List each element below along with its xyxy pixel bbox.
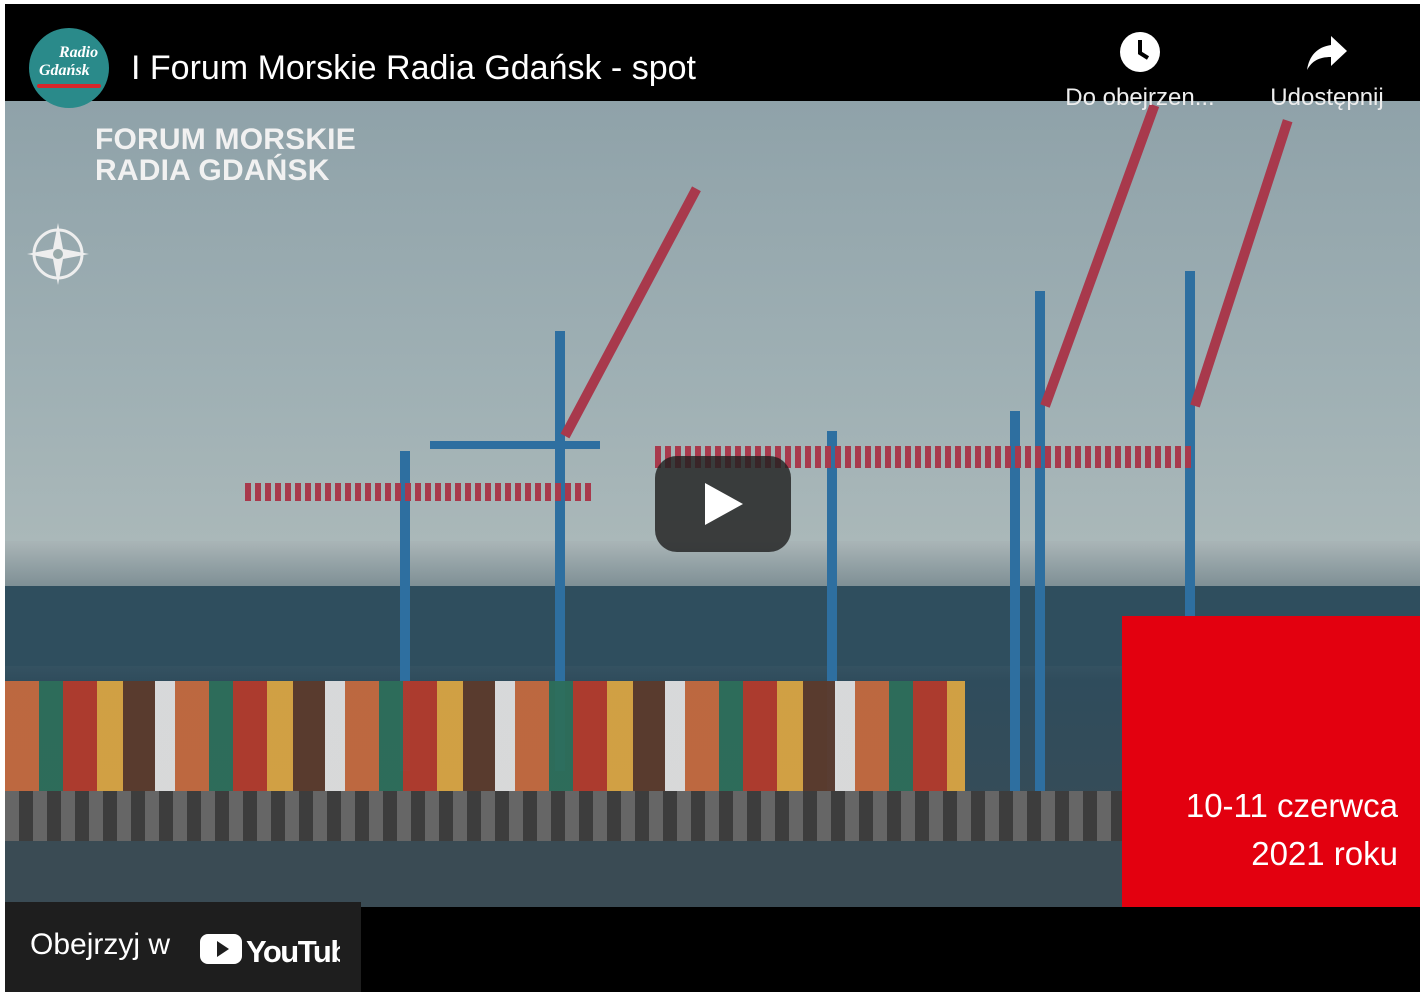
watch-on-label: Obejrzyj w <box>30 928 171 961</box>
forum-logo <box>25 221 345 291</box>
crane-boom-raised <box>1040 103 1160 408</box>
crane-leg <box>1035 291 1045 791</box>
play-button[interactable] <box>655 456 791 552</box>
container-stacks <box>5 681 965 799</box>
crane-boom-raised <box>1190 119 1293 408</box>
video-title[interactable]: I Forum Morskie Radia Gdańsk - spot <box>131 48 696 88</box>
forum-logo-line-2: RADIA GDAŃSK <box>95 154 330 187</box>
share-label: Udostępnij <box>1270 84 1384 111</box>
channel-avatar[interactable]: Radio Gdańsk <box>29 28 109 108</box>
share-arrow-icon <box>1307 36 1347 70</box>
crane-boom-raised <box>560 186 701 439</box>
compass-rose-icon <box>27 223 89 285</box>
channel-logo-line-2: Gdańsk <box>39 62 90 79</box>
watch-later-label: Do obejrzen... <box>1065 84 1215 111</box>
crane-boom <box>245 483 595 501</box>
event-date-line-1: 10-11 czerwca <box>1185 787 1398 824</box>
youtube-logo-icon: YouTube <box>200 934 340 968</box>
channel-logo-line-1: Radio <box>59 44 99 61</box>
share-button[interactable]: Udostępnij <box>1242 30 1412 112</box>
forum-logo-line-1: FORUM MORSKIE <box>95 123 356 156</box>
watch-on-youtube-button[interactable]: Obejrzyj w YouTube <box>5 902 361 992</box>
crane-beam <box>430 441 600 449</box>
play-icon <box>705 483 743 525</box>
youtube-wordmark: YouTube <box>246 934 340 968</box>
video-player[interactable]: FORUM MORSKIE RADIA GDAŃSK 10-11 czerwca… <box>5 4 1420 992</box>
crane-leg <box>1010 411 1020 791</box>
watch-later-button[interactable]: Do obejrzen... <box>1055 30 1225 112</box>
event-date: 10-11 czerwca 2021 roku <box>1122 782 1398 878</box>
event-date-line-2: 2021 roku <box>1251 835 1398 872</box>
forum-logo-text: FORUM MORSKIE RADIA GDAŃSK <box>95 124 356 186</box>
channel-logo-underline <box>37 84 101 88</box>
clock-icon <box>1120 32 1160 72</box>
breakwater <box>5 791 1125 841</box>
